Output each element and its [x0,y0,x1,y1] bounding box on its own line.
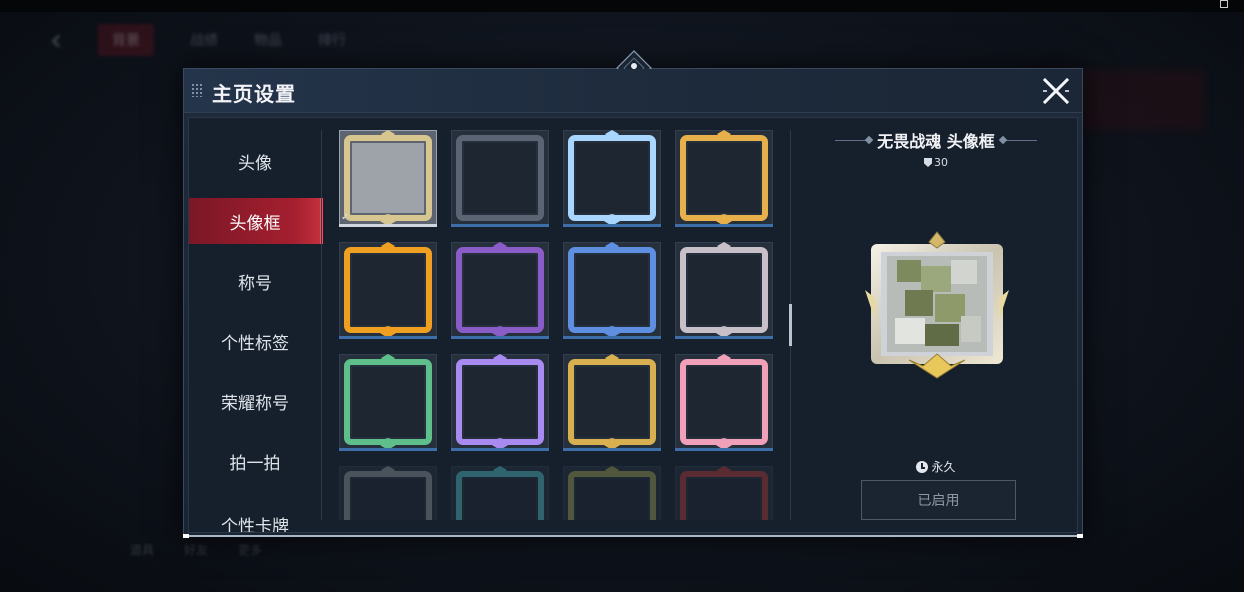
homepage-settings-dialog: 主页设置 头像 头像框 称号 个性标签 荣耀称号 拍一拍 个性卡牌 ✓ 无畏战魂… [183,50,1083,536]
background-bottom-bar: 道具 好友 更多 [130,538,630,560]
close-icon[interactable] [1040,75,1072,107]
frame-artwork [568,466,656,520]
drag-grip-icon [191,83,203,97]
frame-artwork [680,242,768,338]
frame-item-gold-wing-frame[interactable]: ✓ [339,130,437,227]
frame-artwork [456,135,544,221]
avatar-mosaic [887,256,987,352]
background-bottom-item: 好友 [184,542,209,557]
decor-line [835,139,870,141]
sidebar-item-label: 拍一拍 [229,453,281,474]
frame-tile-underline [675,224,773,227]
sidebar-item-title[interactable]: 称号 [189,258,321,304]
detail-title-row: 无畏战魂 头像框 [793,128,1079,152]
frame-artwork [344,466,432,520]
back-arrow-icon: ‹ [50,22,62,58]
dialog-body: 头像 头像框 称号 个性标签 荣耀称号 拍一拍 个性卡牌 ✓ 无畏战魂 头像框 [188,117,1078,533]
frame-name: 无畏战魂 头像框 [877,132,995,151]
enabled-button[interactable]: 已启用 [861,480,1016,520]
frame-tile-underline [451,224,549,227]
window-icon[interactable] [1220,0,1228,8]
frame-tile-underline [339,224,437,227]
frame-artwork [456,466,544,520]
sidebar-item-label: 头像 [238,153,272,174]
frame-item-teal-wave-frame[interactable] [451,466,549,520]
sidebar-item-label: 荣耀称号 [221,393,289,414]
clock-icon [916,461,929,473]
duration-text: 永久 [931,460,956,474]
sidebar-item-avatar[interactable]: 头像 [189,138,321,184]
frame-artwork [568,354,656,450]
frame-tile-underline [675,448,773,451]
background-nav: ‹ 背景 战绩 物品 排行 [50,20,346,60]
sidebar-item-label: 个性卡牌 [221,517,289,532]
background-bottom-item: 道具 [130,542,155,557]
sidebar-item-avatar-frame[interactable]: 头像框 [189,198,323,244]
check-icon: ✓ [341,212,350,223]
frame-tile-underline [451,336,549,339]
frame-artwork [456,354,544,450]
frame-tile-underline [563,224,661,227]
sidebar-item-personal-card[interactable]: 个性卡牌 [189,498,321,532]
dialog-header: 主页设置 [184,69,1082,113]
sidebar-item-personal-tag[interactable]: 个性标签 [189,318,321,364]
sidebar-item-label: 称号 [238,273,272,294]
frame-item-violet-crystal-frame[interactable] [451,354,549,451]
sidebar-item-label: 个性标签 [221,333,289,354]
frame-artwork [456,242,544,338]
frame-item-red-gate-frame[interactable] [675,466,773,520]
frame-item-stone-frame[interactable] [339,466,437,520]
frame-item-halloween-frame[interactable] [451,242,549,339]
frame-tile-underline [339,448,437,451]
sidebar-item-honor-title[interactable]: 荣耀称号 [189,378,321,424]
frame-tile-underline [563,448,661,451]
frame-item-emerald-frame[interactable] [339,354,437,451]
duration-row: 永久 [793,458,1079,475]
frame-detail-panel: 无畏战魂 头像框 30 永久 已启用 [793,118,1079,532]
sidebar-item-nudge[interactable]: 拍一拍 [189,438,321,484]
score-value: 30 [934,156,948,169]
background-tab: 战绩 [190,33,218,49]
frame-item-olive-frame[interactable] [563,466,661,520]
frame-item-ruby-silver-frame[interactable] [675,242,773,339]
frame-tile-underline [675,336,773,339]
background-tab: 背景 [98,24,154,56]
shield-icon [924,158,932,167]
frame-artwork [344,354,432,450]
dialog-title: 主页设置 [212,82,296,106]
frame-artwork [344,242,432,338]
frame-score: 30 [793,156,1079,169]
sidebar-divider [321,130,322,520]
frame-tile-underline [451,448,549,451]
frame-item-plain-grey-frame[interactable] [451,130,549,227]
frame-tile-underline [563,336,661,339]
screen: ‹ 背景 战绩 物品 排行 道具 好友 更多 主页设置 头像 头像框 称号 个性… [0,0,1244,592]
frame-artwork [680,466,768,520]
frame-item-flame-2026-frame[interactable] [339,242,437,339]
frame-item-pink-rose-frame[interactable] [675,354,773,451]
background-bottom-item: 更多 [238,542,263,557]
decor-line [1002,139,1037,141]
dialog-bottom-edge [183,534,1083,538]
frame-artwork [680,354,768,450]
frame-artwork [568,130,656,226]
frame-item-gold-wing-dark-frame[interactable] [563,354,661,451]
frame-item-lantern-festival-frame[interactable] [675,130,773,227]
category-sidebar: 头像 头像框 称号 个性标签 荣耀称号 拍一拍 个性卡牌 [189,118,323,532]
frame-item-floral-butterfly-frame[interactable] [563,130,661,227]
frame-artwork [344,130,432,226]
background-tab: 排行 [318,33,346,49]
frame-item-blue-cute-frame[interactable] [563,242,661,339]
sidebar-item-label: 头像框 [229,213,281,234]
frame-grid: ✓ [339,130,779,520]
background-tab: 物品 [254,33,282,49]
system-topbar [0,0,1244,12]
frame-artwork [568,242,656,338]
scrollbar-thumb[interactable] [789,304,792,346]
frame-artwork [680,130,768,226]
frame-preview [865,231,1009,379]
frame-tile-underline [339,336,437,339]
